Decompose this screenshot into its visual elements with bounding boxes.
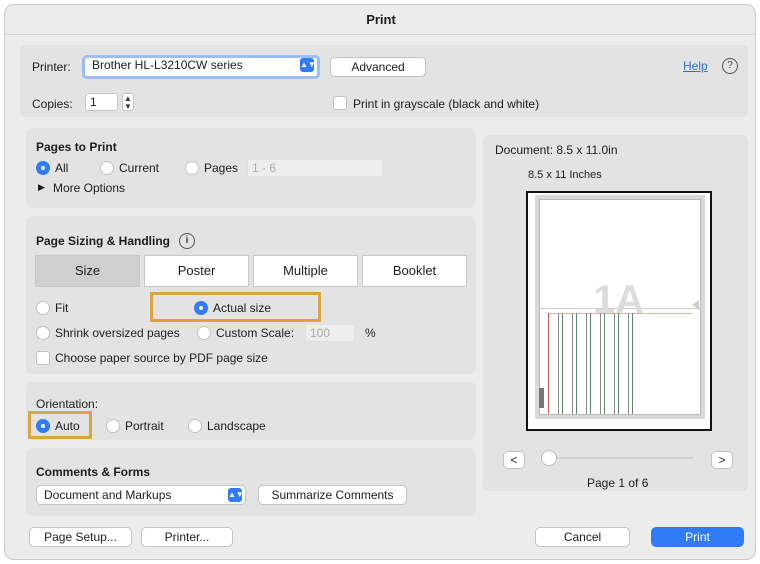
pages-to-print-title: Pages to Print: [36, 140, 117, 154]
copies-input[interactable]: 1: [85, 93, 118, 111]
help-link[interactable]: Help: [683, 59, 708, 73]
fit-label: Fit: [55, 301, 69, 315]
popup-chevron-icon: ▲▼: [228, 488, 244, 502]
orientation-panel: Orientation: Auto Portrait Landscape: [26, 382, 476, 440]
summarize-comments-button[interactable]: Summarize Comments: [258, 485, 407, 505]
preview-column-lines: [548, 313, 638, 414]
help-icon[interactable]: ?: [722, 58, 738, 74]
grayscale-checkbox[interactable]: [333, 96, 347, 110]
preview-prev-button[interactable]: <: [503, 451, 525, 469]
more-options-toggle[interactable]: More Options: [53, 181, 125, 195]
fit-radio[interactable]: [36, 301, 50, 315]
dialog-title: Print: [5, 5, 755, 35]
custom-scale-label: Custom Scale:: [216, 326, 295, 340]
orientation-title: Orientation:: [36, 397, 99, 411]
sizing-tabs: Size Poster Multiple Booklet: [35, 255, 467, 287]
orientation-portrait-radio[interactable]: [106, 419, 120, 433]
comments-title: Comments & Forms: [36, 465, 151, 479]
advanced-button[interactable]: Advanced: [330, 57, 426, 77]
comments-select-value: Document and Markups: [44, 488, 172, 502]
orientation-auto-label: Auto: [55, 419, 80, 433]
pages-range-input[interactable]: 1 - 6: [247, 159, 383, 177]
copies-stepper[interactable]: ▲ ▼: [122, 93, 134, 111]
preview-next-button[interactable]: >: [711, 451, 733, 469]
document-size-label: Document: 8.5 x 11.0in: [495, 143, 618, 157]
printer-select[interactable]: Brother HL-L3210CW series ▲▼: [82, 55, 320, 79]
cancel-button[interactable]: Cancel: [535, 527, 630, 547]
copies-label: Copies:: [32, 97, 73, 111]
paper-source-label: Choose paper source by PDF page size: [55, 351, 268, 365]
grayscale-label: Print in grayscale (black and white): [353, 97, 540, 111]
printer-panel: Printer: Brother HL-L3210CW series ▲▼ Ad…: [20, 45, 748, 117]
print-dialog: Print Printer: Brother HL-L3210CW series…: [4, 4, 756, 560]
preview-marker-left: [539, 388, 544, 408]
tab-poster[interactable]: Poster: [144, 255, 249, 287]
orientation-portrait-label: Portrait: [125, 419, 164, 433]
preview-panel: Document: 8.5 x 11.0in 8.5 x 11 Inches 1…: [483, 135, 748, 491]
page-preview: 1A: [526, 191, 712, 431]
comments-panel: Comments & Forms Document and Markups ▲▼…: [26, 448, 476, 516]
print-button[interactable]: Print: [651, 527, 744, 547]
preview-paper: 1A: [539, 199, 701, 415]
page-sizing-title: Page Sizing & Handling: [36, 234, 171, 248]
tab-booklet[interactable]: Booklet: [362, 255, 467, 287]
printer-select-value: Brother HL-L3210CW series: [92, 58, 243, 72]
preview-page-slider[interactable]: [543, 457, 693, 459]
popup-chevron-icon: ▲▼: [300, 58, 316, 72]
tab-multiple[interactable]: Multiple: [253, 255, 358, 287]
page-setup-button[interactable]: Page Setup...: [29, 527, 132, 547]
actual-size-label: Actual size: [213, 301, 272, 315]
custom-scale-radio[interactable]: [197, 326, 211, 340]
percent-label: %: [365, 326, 376, 340]
preview-slider-knob[interactable]: [541, 450, 557, 466]
pages-all-label: All: [55, 161, 69, 175]
orientation-auto-radio[interactable]: [36, 419, 50, 433]
paper-size-label: 8.5 x 11 Inches: [528, 169, 602, 181]
pages-all-radio[interactable]: [36, 161, 50, 175]
orientation-landscape-label: Landscape: [207, 419, 266, 433]
preview-arrow-right: [692, 300, 699, 310]
pages-current-radio[interactable]: [100, 161, 114, 175]
pages-range-label: Pages: [204, 161, 239, 175]
actual-size-radio[interactable]: [194, 301, 208, 315]
comments-select[interactable]: Document and Markups ▲▼: [36, 485, 246, 505]
pages-to-print-panel: Pages to Print All Current Pages 1 - 6 ▶…: [26, 128, 476, 208]
printer-label: Printer:: [32, 60, 71, 74]
disclosure-triangle-icon[interactable]: ▶: [38, 182, 45, 193]
page-sizing-panel: Page Sizing & Handling i Size Poster Mul…: [26, 216, 476, 374]
tab-size[interactable]: Size: [35, 255, 140, 287]
info-icon[interactable]: i: [179, 233, 195, 249]
shrink-radio[interactable]: [36, 326, 50, 340]
printer-button[interactable]: Printer...: [141, 527, 233, 547]
shrink-label: Shrink oversized pages: [55, 326, 180, 340]
custom-scale-input[interactable]: 100: [305, 324, 355, 342]
orientation-landscape-radio[interactable]: [188, 419, 202, 433]
pages-range-radio[interactable]: [185, 161, 199, 175]
paper-source-checkbox[interactable]: [36, 351, 50, 365]
page-indicator: Page 1 of 6: [587, 476, 649, 490]
pages-current-label: Current: [119, 161, 160, 175]
